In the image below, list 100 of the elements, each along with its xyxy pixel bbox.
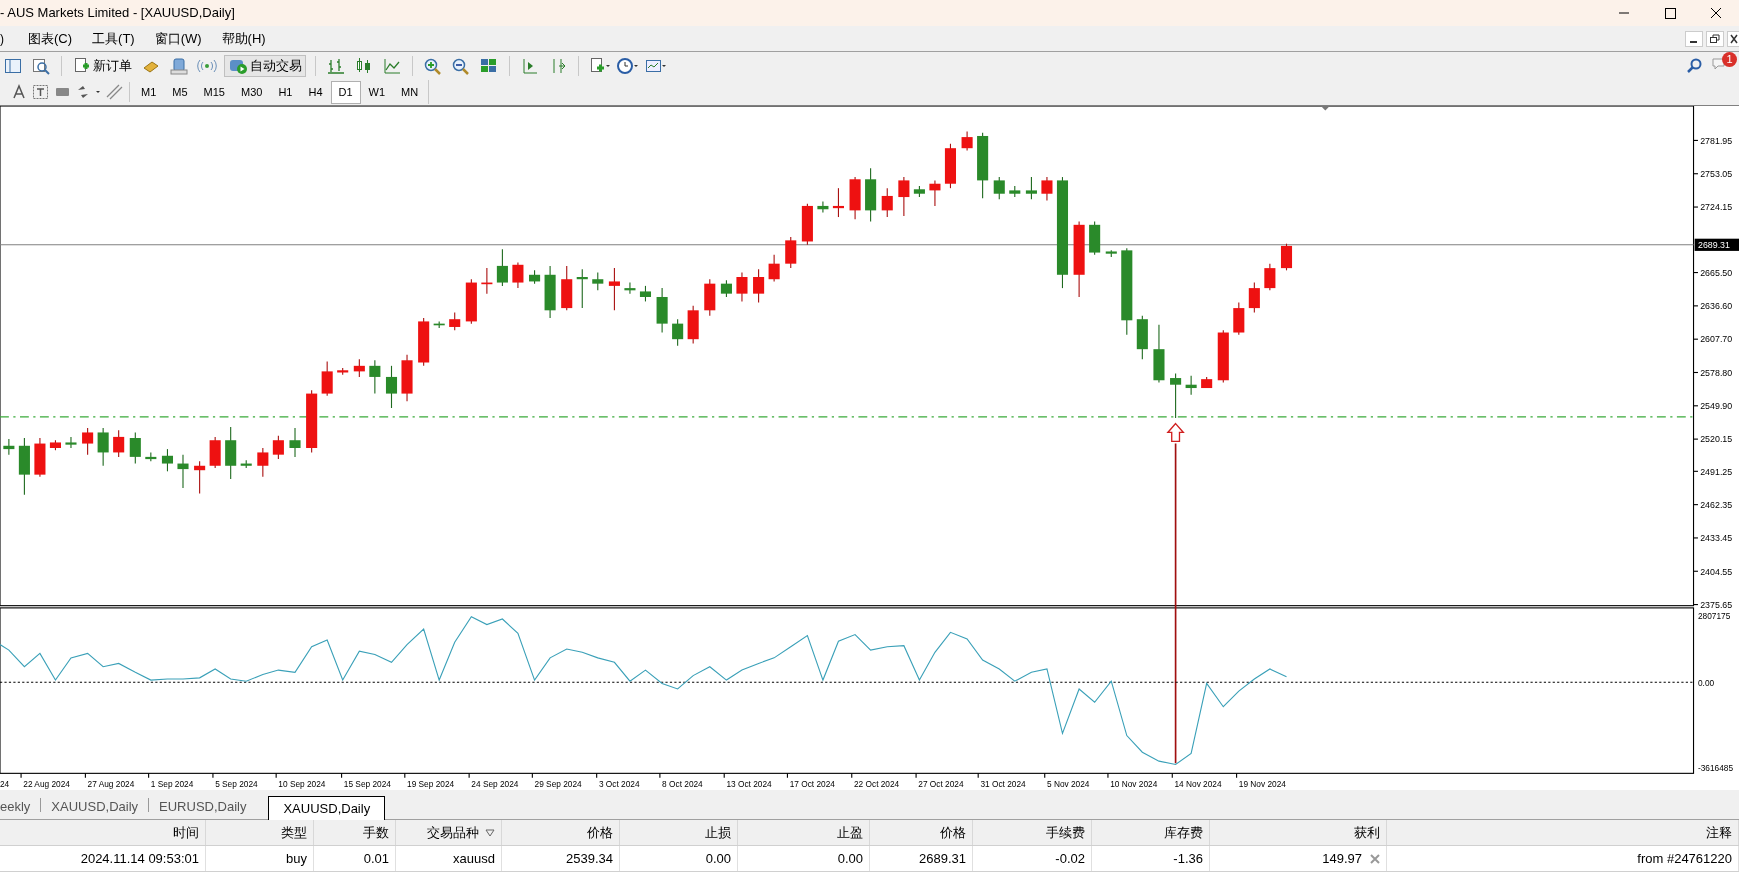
table-cell-text: 0.00 bbox=[837, 849, 863, 868]
chart-tab[interactable]: XAUUSD,Daily bbox=[41, 795, 149, 819]
table-cell-text: 149.97 bbox=[1322, 849, 1362, 868]
candlestick bbox=[113, 429, 125, 458]
candlestick bbox=[129, 431, 141, 465]
timeframe-button[interactable]: D1 bbox=[330, 80, 361, 104]
candlestick bbox=[65, 436, 77, 449]
candlestick bbox=[881, 187, 893, 218]
timeframe-button[interactable]: MN bbox=[393, 80, 427, 104]
menu-item[interactable]: ) bbox=[0, 29, 16, 48]
candlestick bbox=[865, 167, 877, 223]
candlestick bbox=[704, 278, 716, 317]
candlestick bbox=[289, 427, 301, 458]
candlestick bbox=[624, 282, 636, 295]
column-header[interactable]: 止盈 bbox=[738, 820, 870, 845]
chat-bubble-icon[interactable] bbox=[1711, 55, 1727, 72]
candlestick bbox=[608, 267, 620, 311]
price-axis-label: 2578.80 bbox=[1700, 367, 1733, 378]
candlestick bbox=[145, 451, 157, 462]
timeframe-button[interactable]: W1 bbox=[360, 80, 394, 104]
column-header[interactable]: 获利 bbox=[1210, 820, 1387, 845]
candlestick bbox=[321, 360, 333, 397]
candlestick bbox=[369, 359, 381, 395]
candlestick bbox=[272, 435, 284, 460]
price-axis-label: 2520.15 bbox=[1700, 434, 1733, 445]
date-axis-label: 19 Sep 2024 bbox=[407, 778, 455, 789]
up-arrow-marker bbox=[1166, 422, 1185, 442]
new-order-button[interactable]: 新订单 bbox=[71, 54, 134, 77]
date-axis-label: 13 Oct 2024 bbox=[726, 778, 772, 789]
candlestick bbox=[177, 454, 189, 489]
candlestick bbox=[592, 272, 604, 291]
column-header[interactable]: 价格 bbox=[870, 820, 973, 845]
candlestick bbox=[1041, 176, 1053, 201]
trade-row[interactable]: 2024.11.14 09:53:01 buy 0.01 xauusd 2539.34 0.00 0.00 2689.31 -0.02 -1.36 149.97 from #24761220 bbox=[0, 846, 1739, 872]
menu-item[interactable]: 帮助(H) bbox=[213, 28, 274, 49]
indicator-axis-label: 0.00 bbox=[1697, 677, 1715, 688]
candlestick bbox=[257, 447, 269, 478]
chart-tab[interactable]: EURUSD,Daily bbox=[149, 795, 257, 819]
timeframe-button[interactable]: H1 bbox=[270, 80, 301, 104]
candlestick bbox=[898, 176, 910, 217]
candlestick bbox=[687, 305, 699, 345]
candlestick bbox=[913, 185, 925, 198]
candlestick bbox=[161, 448, 173, 472]
column-header[interactable]: 交易品种 bbox=[396, 820, 502, 845]
date-axis-label: 24 Sep 2024 bbox=[471, 778, 519, 789]
candlestick bbox=[194, 460, 206, 495]
menu-item[interactable]: 工具(T) bbox=[84, 28, 143, 49]
timeframe-button[interactable]: M1 bbox=[133, 80, 165, 104]
candlestick bbox=[306, 389, 318, 453]
candlestick bbox=[240, 459, 252, 469]
menu-item[interactable]: 图表(C) bbox=[20, 28, 81, 49]
price-axis-label: 2549.90 bbox=[1700, 401, 1733, 412]
price-axis-label: 2433.45 bbox=[1700, 533, 1733, 544]
candlestick bbox=[418, 317, 430, 367]
candlestick bbox=[1264, 263, 1276, 291]
table-cell-text: 0.00 bbox=[705, 849, 731, 868]
price-axis-label: 2607.70 bbox=[1700, 334, 1733, 345]
candlestick bbox=[768, 254, 780, 282]
candlestick bbox=[785, 236, 797, 269]
clock-icon[interactable] bbox=[616, 55, 638, 76]
column-header[interactable]: 类型 bbox=[206, 820, 314, 845]
date-axis-label: 10 Nov 2024 bbox=[1110, 778, 1158, 789]
date-axis-label: 19 Nov 2024 bbox=[1238, 778, 1286, 789]
search-icon[interactable] bbox=[1685, 56, 1703, 75]
column-header[interactable]: 手续费 bbox=[973, 820, 1092, 845]
column-header[interactable]: 库存费 bbox=[1092, 820, 1210, 845]
chart-tab[interactable]: eekly bbox=[0, 795, 41, 819]
date-axis-label: 3 Oct 2024 bbox=[598, 778, 640, 789]
column-header[interactable]: 止损 bbox=[620, 820, 738, 845]
server-icon[interactable] bbox=[168, 55, 190, 76]
timeframe-button[interactable]: M30 bbox=[232, 80, 271, 104]
date-axis-label: 1 Sep 2024 bbox=[150, 778, 194, 789]
candlestick bbox=[753, 268, 765, 304]
candlestick bbox=[1248, 282, 1260, 314]
candlestick bbox=[449, 311, 461, 331]
price-axis-label: 2724.15 bbox=[1700, 202, 1733, 213]
close-icon[interactable] bbox=[1727, 30, 1739, 47]
timeframe-button[interactable]: H4 bbox=[300, 80, 331, 104]
candlestick bbox=[1105, 249, 1117, 258]
table-cell-text: -1.36 bbox=[1173, 849, 1203, 868]
minimize-icon[interactable] bbox=[1685, 30, 1703, 47]
candlestick bbox=[465, 278, 477, 325]
candlestick bbox=[544, 265, 556, 319]
timeframe-button[interactable]: M5 bbox=[164, 80, 196, 104]
column-header[interactable]: 手数 bbox=[314, 820, 396, 845]
date-axis-label: 15 Sep 2024 bbox=[343, 778, 391, 789]
date-axis-label: 31 Oct 2024 bbox=[980, 778, 1026, 789]
chart-tab[interactable]: XAUUSD,Daily bbox=[268, 796, 386, 820]
auto-trading-button[interactable]: 自动交易 bbox=[224, 54, 306, 77]
column-header[interactable]: 注释 bbox=[1387, 820, 1739, 845]
candlestick bbox=[82, 427, 94, 456]
menu-item[interactable]: 窗口(W) bbox=[146, 28, 210, 49]
restore-icon[interactable] bbox=[1706, 30, 1724, 47]
column-header[interactable]: 价格 bbox=[502, 820, 620, 845]
candlestick bbox=[1201, 376, 1213, 389]
candlestick bbox=[849, 176, 861, 220]
date-axis-label: 22 Aug 2024 bbox=[23, 778, 70, 789]
candlestick bbox=[1185, 375, 1197, 396]
column-header[interactable]: 时间 bbox=[0, 820, 206, 845]
timeframe-button[interactable]: M15 bbox=[195, 80, 233, 104]
